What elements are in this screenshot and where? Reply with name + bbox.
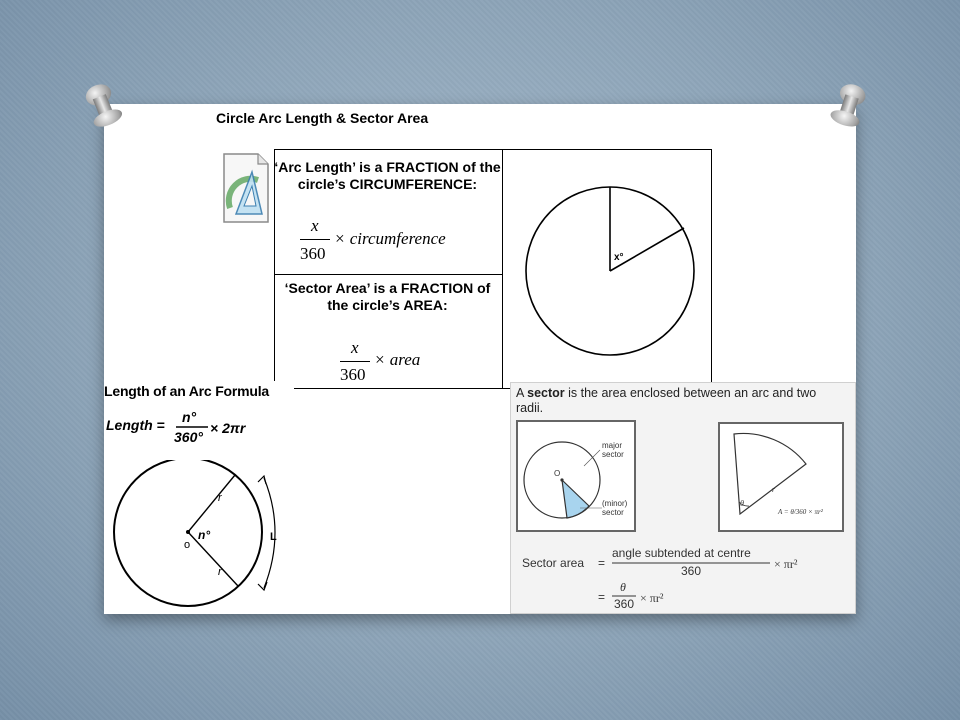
formula-lhs: Length = <box>106 417 165 433</box>
area-rhs: × πr² <box>774 557 798 571</box>
arc-formula-expression: Length = n° 360° × 2πr <box>106 409 247 445</box>
sector-area-description: ‘Sector Area’ is a FRACTION of the circl… <box>284 280 491 313</box>
arc-multiplier: × circumference <box>334 229 446 248</box>
arc-denominator: 360 <box>300 244 326 263</box>
doc-title: Circle Arc Length & Sector Area <box>216 110 429 126</box>
small-area-formula: A = θ/360 × πr² <box>777 508 824 516</box>
sector-denominator: 360 <box>340 365 366 384</box>
major-minor-sector-diagram: O major sector (minor) sector <box>523 441 628 519</box>
arc-formula-title: Length of an Arc Formula <box>104 383 270 399</box>
arc-label: L <box>270 531 277 543</box>
sector-numerator: x <box>351 338 359 357</box>
sector-area-fraction: x 360 × area <box>340 338 460 388</box>
formula-numerator: n° <box>182 409 197 425</box>
equals-sign: = <box>598 590 605 604</box>
definition-pre: A <box>516 386 528 400</box>
sector-diagram: θ r A = θ/360 × πr² <box>733 432 824 516</box>
arc-length-description: ‘Arc Length’ is a FRACTION of the circle… <box>274 159 501 192</box>
center-label: o <box>184 539 190 551</box>
minor-sector-label: (minor) sector <box>602 499 628 517</box>
circle-sector-diagram: x° <box>525 186 695 356</box>
theta-label: θ <box>740 499 744 508</box>
arc-length-fraction: x 360 × circumference <box>298 216 488 266</box>
sector-multiplier: × area <box>374 350 421 369</box>
area2-rhs: × πr² <box>640 591 664 605</box>
area2-numerator: θ <box>620 580 626 594</box>
sector-area-label: Sector area <box>522 556 584 570</box>
sector-area-formula: Sector area = angle subtended at centre … <box>522 546 798 611</box>
definition-term: sector <box>527 386 565 400</box>
area-denominator: 360 <box>681 564 701 578</box>
formula-denominator: 360° <box>174 429 203 445</box>
arc-numerator: x <box>311 216 319 235</box>
sector-definition: A sector is the area enclosed between an… <box>516 386 846 416</box>
center-label: O <box>554 469 560 478</box>
major-sector-label: major sector <box>602 441 624 459</box>
arc-length-diagram: o n° r r L <box>113 460 277 607</box>
area2-denominator: 360 <box>614 597 634 611</box>
equals-sign: = <box>598 556 605 570</box>
formula-rhs: × 2πr <box>210 420 247 436</box>
geometry-icon <box>223 153 269 223</box>
area-numerator: angle subtended at centre <box>612 546 751 560</box>
angle-label: x° <box>614 252 624 263</box>
angle-label: n° <box>198 528 210 542</box>
